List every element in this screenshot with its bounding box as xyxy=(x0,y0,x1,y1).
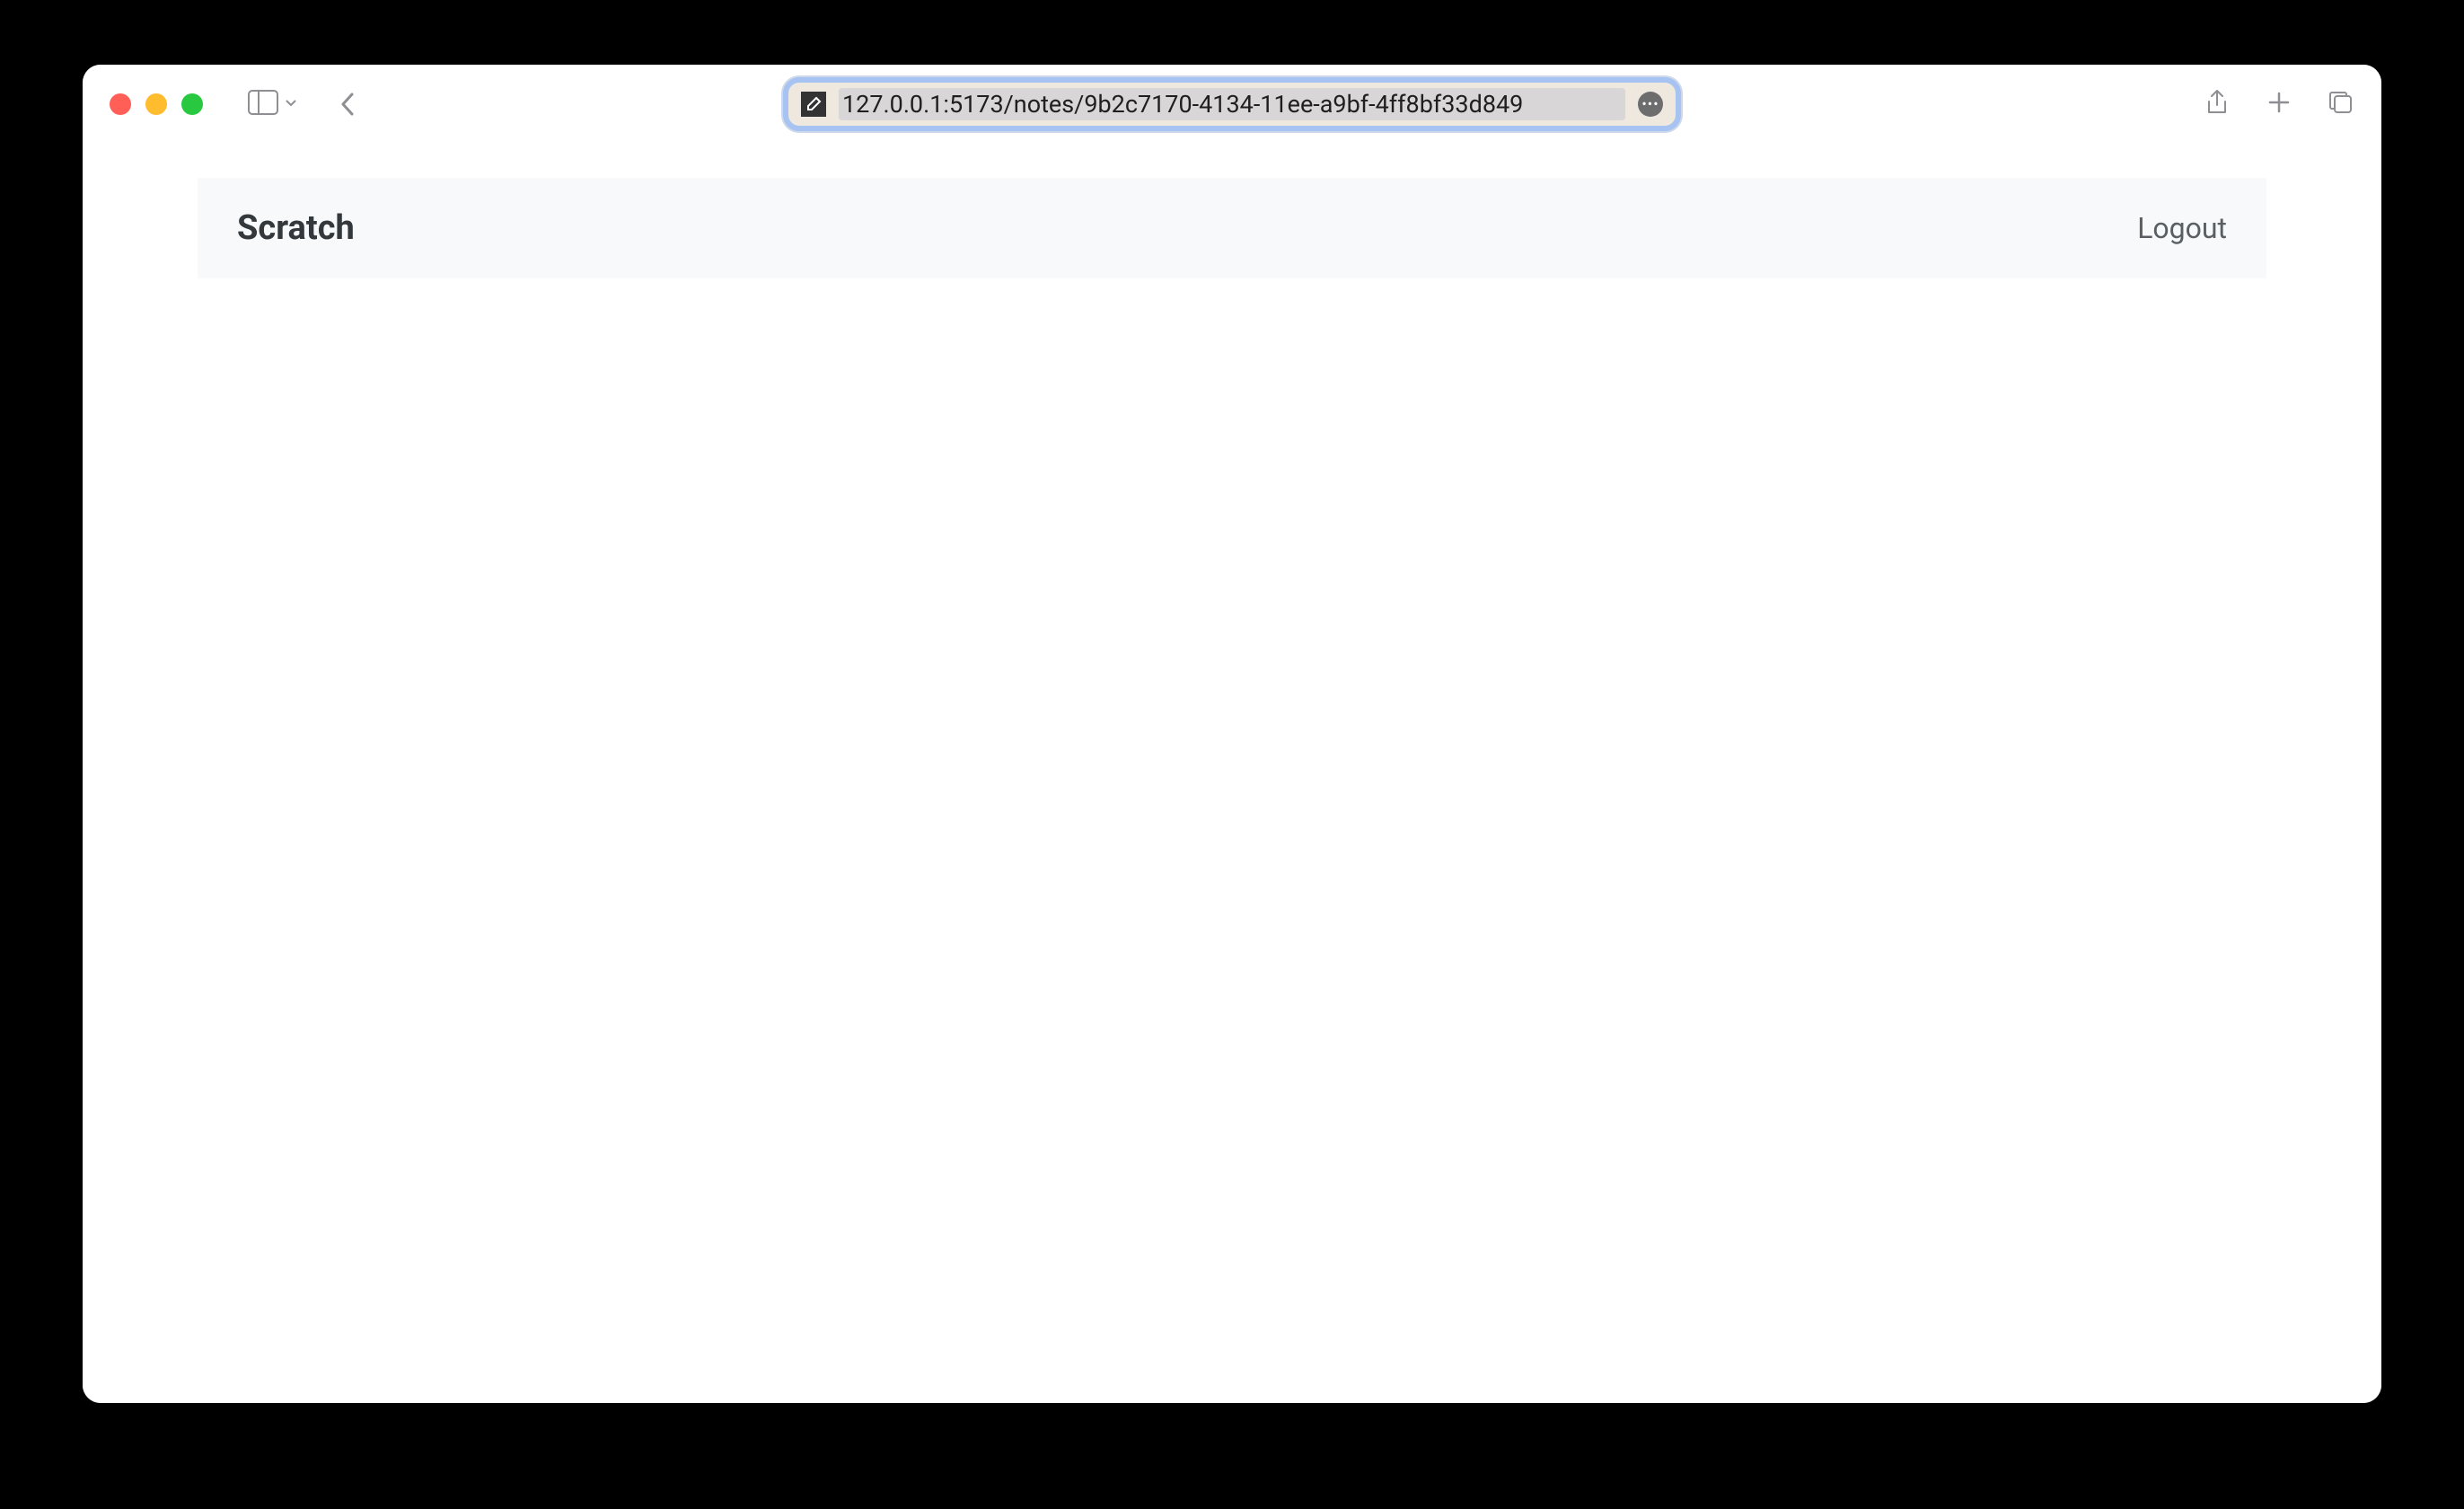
browser-window: 127.0.0.1:5173/notes/9b2c7170-4134-11ee-… xyxy=(83,65,2381,1403)
app-header: Scratch Logout xyxy=(198,178,2266,278)
url-more-button[interactable]: ••• xyxy=(1638,92,1663,117)
logout-link[interactable]: Logout xyxy=(2137,211,2227,245)
minimize-window-button[interactable] xyxy=(145,93,167,115)
address-bar[interactable]: 127.0.0.1:5173/notes/9b2c7170-4134-11ee-… xyxy=(783,77,1681,131)
sidebar-toggle-button[interactable] xyxy=(248,90,298,119)
browser-toolbar: 127.0.0.1:5173/notes/9b2c7170-4134-11ee-… xyxy=(83,65,2381,144)
page-content: Scratch Logout xyxy=(83,144,2381,1403)
chevron-down-icon xyxy=(284,95,298,113)
url-text[interactable]: 127.0.0.1:5173/notes/9b2c7170-4134-11ee-… xyxy=(839,88,1625,120)
tabs-overview-button[interactable] xyxy=(2328,89,2354,119)
close-window-button[interactable] xyxy=(110,93,131,115)
new-tab-button[interactable] xyxy=(2266,90,2292,119)
window-controls xyxy=(110,93,203,115)
sidebar-icon xyxy=(248,90,278,119)
maximize-window-button[interactable] xyxy=(181,93,203,115)
app-title[interactable]: Scratch xyxy=(237,208,355,248)
share-button[interactable] xyxy=(2204,89,2231,119)
toolbar-right xyxy=(2204,89,2354,119)
ellipsis-icon: ••• xyxy=(1641,97,1659,111)
back-button[interactable] xyxy=(338,91,357,118)
site-favicon xyxy=(801,92,826,117)
